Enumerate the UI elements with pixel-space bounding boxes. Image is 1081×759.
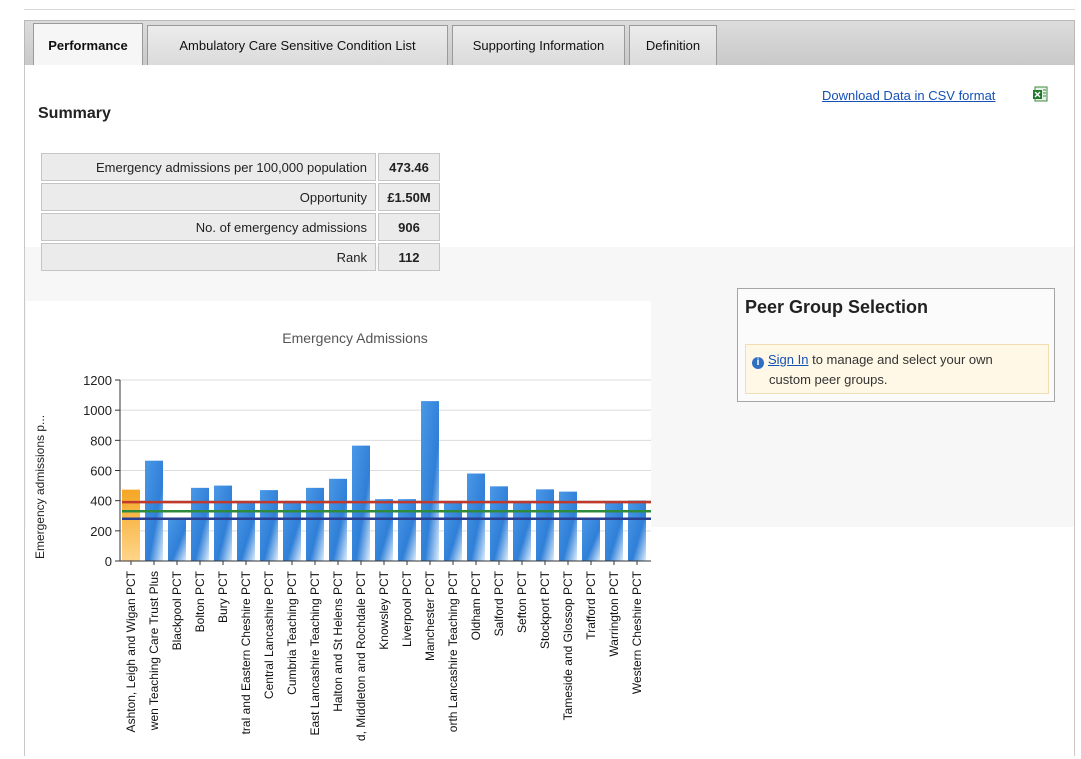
summary-table: Emergency admissions per 100,000 populat… <box>39 151 442 273</box>
y-tick-label: 400 <box>90 494 112 509</box>
excel-icon[interactable] <box>1032 86 1048 102</box>
row-value: £1.50M <box>378 183 440 211</box>
row-label: Opportunity <box>41 183 376 211</box>
x-tick-label: wen Teaching Care Trust Plus <box>147 571 161 731</box>
tab-ambulatory-care-list[interactable]: Ambulatory Care Sensitive Condition List <box>147 25 448 66</box>
x-tick-label: Central Lancashire PCT <box>262 570 276 699</box>
y-tick-label: 200 <box>90 524 112 539</box>
peer-group-panel: Peer Group Selection i Sign In to manage … <box>737 288 1055 402</box>
info-icon: i <box>752 357 764 369</box>
row-value: 473.46 <box>378 153 440 181</box>
x-tick-label: d, Middleton and Rochdale PCT <box>354 570 368 741</box>
note-text-2: custom peer groups. <box>769 372 888 387</box>
peer-group-note: i Sign In to manage and select your own c… <box>745 344 1049 394</box>
x-tick-label: Ashton, Leigh and Wigan PCT <box>124 570 138 732</box>
x-tick-label: Liverpool PCT <box>400 570 414 647</box>
x-tick-label: tral and Eastern Cheshire PCT <box>239 570 253 734</box>
y-tick-label: 0 <box>105 554 112 569</box>
tab-performance[interactable]: Performance <box>33 23 143 67</box>
note-text: to manage and select your own <box>808 352 993 367</box>
x-tick-label: Cumbria Teaching PCT <box>285 570 299 695</box>
x-tick-label: Salford PCT <box>492 570 506 636</box>
x-tick-label: Halton and St Helens PCT <box>331 570 345 711</box>
summary-title: Summary <box>38 105 111 122</box>
emergency-admissions-chart: Emergency Admissions Emergency admission… <box>33 330 651 741</box>
y-tick-label: 800 <box>90 433 112 448</box>
bar <box>260 490 278 561</box>
x-tick-label: Western Cheshire PCT <box>630 570 644 694</box>
x-tick-label: Sefton PCT <box>515 570 529 633</box>
bar <box>375 499 393 561</box>
sign-in-link[interactable]: Sign In <box>768 352 808 367</box>
bar <box>467 473 485 561</box>
bar <box>536 489 554 561</box>
x-tick-label: Manchester PCT <box>423 570 437 661</box>
row-value: 906 <box>378 213 440 241</box>
x-tick-label: Oldham PCT <box>469 570 483 640</box>
row-label: No. of emergency admissions <box>41 213 376 241</box>
peer-group-title: Peer Group Selection <box>745 297 929 317</box>
bar <box>490 486 508 561</box>
bar <box>214 485 232 561</box>
x-tick-label: Trafford PCT <box>584 570 598 639</box>
table-row: Emergency admissions per 100,000 populat… <box>41 153 440 181</box>
chart-title: Emergency Admissions <box>282 330 428 346</box>
x-tick-label: Stockport PCT <box>538 570 552 649</box>
row-label: Emergency admissions per 100,000 populat… <box>41 153 376 181</box>
chart-container: Emergency Admissions Emergency admission… <box>26 301 651 756</box>
row-value: 112 <box>378 243 440 271</box>
x-tick-label: orth Lancashire Teaching PCT <box>446 570 460 732</box>
y-tick-label: 1000 <box>83 403 112 418</box>
bar <box>398 499 416 561</box>
tab-supporting-information[interactable]: Supporting Information <box>452 25 625 66</box>
table-row: Rank 112 <box>41 243 440 271</box>
x-tick-label: Tameside and Glossop PCT <box>561 570 575 720</box>
bar <box>628 500 646 561</box>
y-tick-label: 1200 <box>83 373 112 388</box>
top-strip <box>0 0 1081 12</box>
bar <box>421 401 439 561</box>
bar <box>191 487 209 561</box>
x-tick-label: Knowsley PCT <box>377 570 391 649</box>
content-panel: Summary Download Data in CSV format Emer… <box>24 65 1075 756</box>
bar <box>122 489 140 561</box>
bar <box>306 487 324 561</box>
x-tick-label: East Lancashire Teaching PCT <box>308 570 322 735</box>
row-label: Rank <box>41 243 376 271</box>
x-tick-label: Bolton PCT <box>193 570 207 632</box>
y-tick-label: 600 <box>90 464 112 479</box>
tab-bar: Performance Ambulatory Care Sensitive Co… <box>24 20 1075 67</box>
x-tick-label: Warrington PCT <box>607 570 621 656</box>
download-csv-link[interactable]: Download Data in CSV format <box>822 88 995 103</box>
x-tick-label: Blackpool PCT <box>170 570 184 650</box>
table-row: Opportunity £1.50M <box>41 183 440 211</box>
bar <box>168 518 186 561</box>
table-row: No. of emergency admissions 906 <box>41 213 440 241</box>
tab-definition[interactable]: Definition <box>629 25 717 66</box>
x-tick-label: Bury PCT <box>216 570 230 623</box>
y-axis-label: Emergency admissions p... <box>33 415 47 559</box>
bar <box>582 518 600 561</box>
